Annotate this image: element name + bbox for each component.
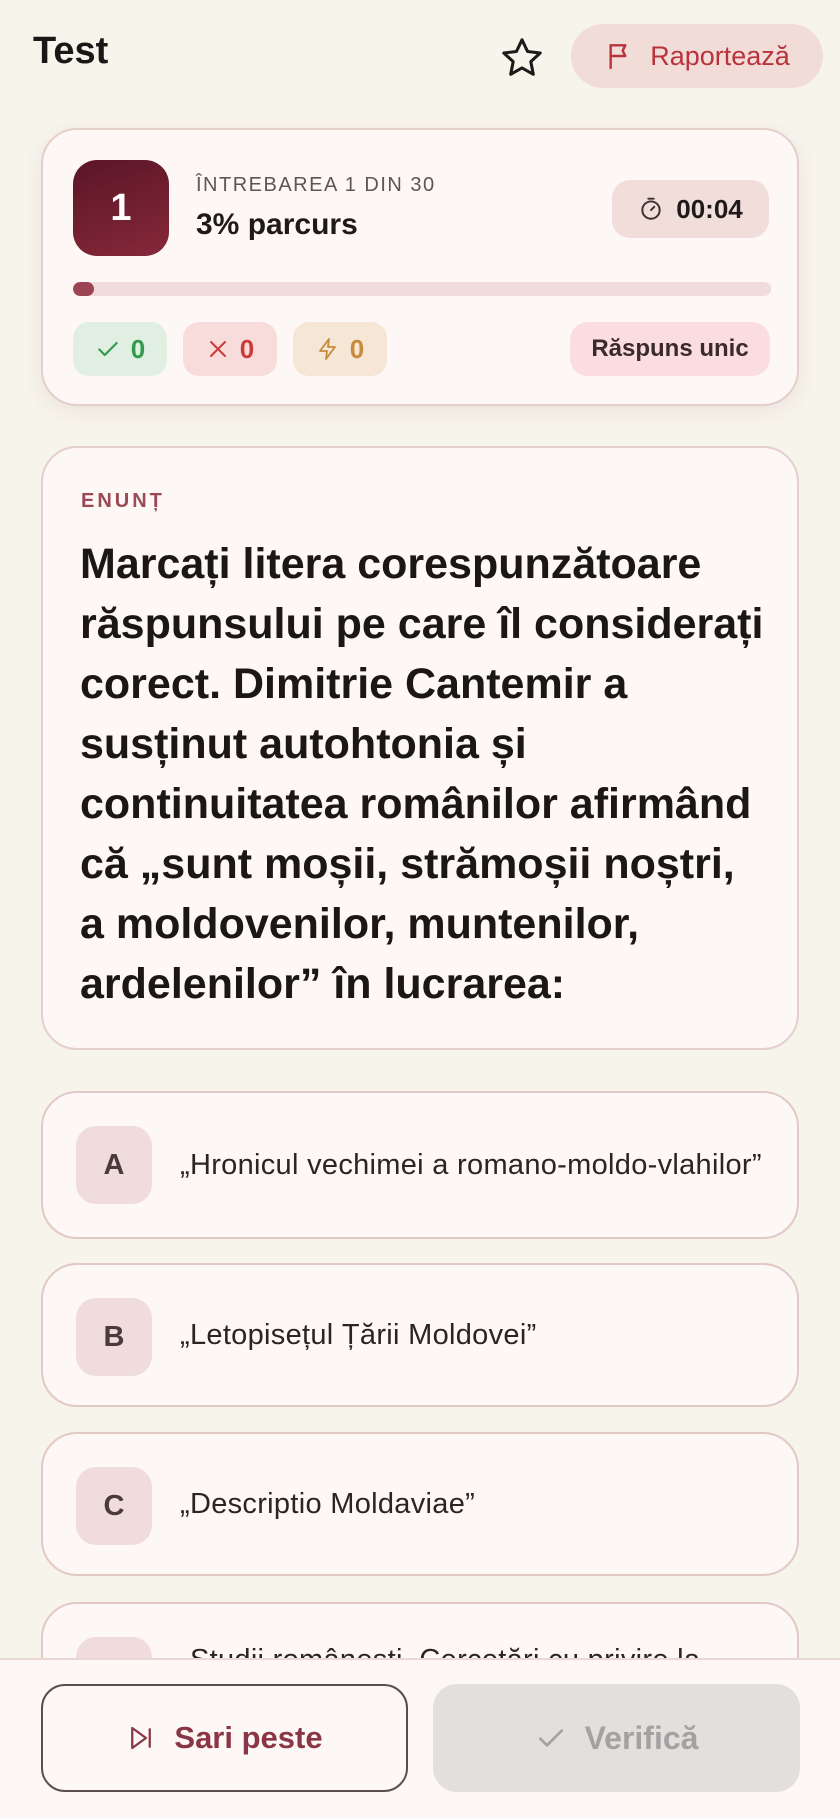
footer-bar: Sari peste Verifică (0, 1658, 840, 1818)
progress-bar-fill (73, 282, 94, 296)
wrong-count: 0 (239, 333, 255, 364)
report-label: Raportează (650, 40, 790, 71)
star-icon (502, 38, 542, 76)
option-text: „Descriptio Moldaviae” (180, 1488, 476, 1520)
statement-label: ENUNȚ (81, 490, 165, 512)
wrong-count-badge: 0 (183, 322, 277, 376)
skipped-count-badge: 0 (293, 322, 387, 376)
page-title: Test (33, 30, 109, 72)
skip-button[interactable]: Sari peste (41, 1684, 408, 1792)
skipped-count: 0 (349, 333, 365, 364)
check-icon (98, 341, 118, 357)
statement-card: ENUNȚ Marcați litera corespunzătoare răs… (41, 446, 799, 1050)
x-icon (209, 341, 226, 357)
progress-percent: 3% parcurs (196, 208, 358, 241)
report-button[interactable]: Raportează (571, 24, 823, 88)
verify-button[interactable]: Verifică (433, 1684, 800, 1792)
favorite-button[interactable] (496, 32, 548, 84)
skip-forward-icon (131, 1726, 152, 1750)
option-letter: C (76, 1467, 152, 1545)
correct-count: 0 (130, 333, 146, 364)
timer-icon (641, 197, 661, 220)
option-a[interactable]: A „Hronicul vechimei a romano-moldo-vlah… (41, 1091, 799, 1239)
option-c[interactable]: C „Descriptio Moldaviae” (41, 1432, 799, 1576)
question-number-badge: 1 (73, 160, 169, 256)
option-b[interactable]: B „Letopisețul Țării Moldovei” (41, 1263, 799, 1407)
progress-bar (73, 282, 771, 296)
progress-card: 1 ÎNTREBAREA 1 DIN 30 3% parcurs 00:04 0… (41, 128, 799, 406)
timer-value: 00:04 (676, 193, 743, 224)
correct-count-badge: 0 (73, 322, 167, 376)
option-text: „Letopisețul Țării Moldovei” (180, 1319, 537, 1351)
question-counter: ÎNTREBAREA 1 DIN 30 (196, 174, 436, 196)
verify-label: Verifică (584, 1719, 699, 1756)
skip-label: Sari peste (174, 1720, 323, 1755)
lightning-icon (318, 338, 336, 360)
option-text: „Hronicul vechimei a romano-moldo-vlahil… (180, 1149, 762, 1181)
timer: 00:04 (612, 180, 769, 238)
header: Test Raportează (0, 0, 840, 112)
flag-icon (609, 44, 627, 70)
question-text: Marcați litera corespunzătoare răspunsul… (80, 540, 764, 1008)
answer-mode-badge: Răspuns unic (570, 322, 770, 376)
option-letter: B (76, 1298, 152, 1376)
option-letter: A (76, 1126, 152, 1204)
check-icon (538, 1729, 563, 1747)
